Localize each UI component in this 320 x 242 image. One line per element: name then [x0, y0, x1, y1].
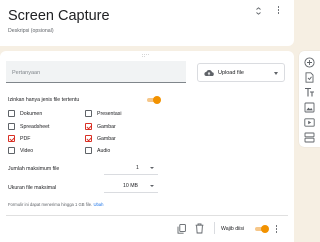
checkbox-video[interactable] — [8, 147, 15, 154]
chevron-down-icon[interactable] — [150, 167, 154, 169]
footer-separator — [214, 222, 215, 234]
question-more-icon[interactable] — [275, 225, 278, 235]
checkbox-label: Audio — [97, 148, 111, 154]
question-type-label: Upload file — [218, 70, 244, 76]
upload-limit-note: Formulir ini dapat menerima hingga 1 GB … — [8, 202, 103, 207]
question-type-select[interactable]: Upload file — [197, 63, 285, 82]
checkbox-label: Spreadsheet — [20, 124, 50, 130]
upload-limit-text: Formulir ini dapat menerima hingga 1 GB … — [8, 202, 93, 207]
cloud-upload-icon — [204, 70, 214, 77]
checkbox-spreadsheet[interactable] — [8, 123, 15, 130]
max-size-label: Ukuran file maksimal — [8, 185, 57, 191]
max-size-underline — [104, 192, 158, 193]
drag-handle-icon[interactable] — [142, 54, 150, 57]
checkbox-label: Gambar — [97, 136, 116, 142]
add-image-icon[interactable] — [304, 102, 315, 113]
max-files-underline — [104, 174, 158, 175]
allow-file-types-label: Izinkan hanya jenis file tertentu — [8, 97, 80, 103]
form-more-icon[interactable] — [277, 6, 280, 16]
checkbox-label: Gambar — [97, 124, 116, 130]
checkbox-audio[interactable] — [85, 147, 92, 154]
chevron-down-icon — [274, 72, 278, 75]
add-question-icon[interactable] — [304, 57, 315, 68]
change-limit-link[interactable]: Ubah — [93, 202, 103, 207]
required-toggle[interactable] — [254, 225, 269, 233]
checkbox-pdf[interactable] — [8, 135, 15, 142]
max-files-value[interactable]: 1 — [136, 165, 139, 171]
checkbox-label: Dokumen — [20, 111, 43, 117]
required-label: Wajib diisi — [221, 226, 245, 232]
form-title[interactable]: Screen Capture — [8, 8, 110, 24]
delete-icon[interactable] — [195, 223, 204, 234]
checkbox-dokumen[interactable] — [8, 110, 15, 117]
checkbox-label: Presentasi — [97, 111, 122, 117]
checkbox-label: Video — [20, 148, 34, 154]
add-section-icon[interactable] — [304, 132, 315, 143]
add-video-icon[interactable] — [304, 117, 315, 128]
question-input[interactable]: Pertanyaan — [6, 61, 186, 83]
checkbox-gambar-2[interactable] — [85, 135, 92, 142]
import-questions-icon[interactable] — [304, 72, 315, 83]
side-toolbar — [299, 51, 320, 147]
checkbox-presentasi[interactable] — [85, 110, 92, 117]
form-description[interactable]: Deskripsi (opsional) — [8, 28, 54, 34]
footer-divider — [6, 215, 288, 216]
checkbox-gambar[interactable] — [85, 123, 92, 130]
collapse-icon[interactable] — [255, 7, 262, 15]
duplicate-icon[interactable] — [177, 224, 186, 234]
max-files-label: Jumlah maksimum file — [8, 166, 60, 172]
form-title-card: Screen Capture Deskripsi (opsional) — [0, 0, 294, 46]
add-title-icon[interactable] — [304, 87, 315, 98]
checkbox-label: PDF — [20, 136, 31, 142]
chevron-down-icon[interactable] — [150, 185, 154, 187]
allow-file-types-toggle[interactable] — [146, 96, 161, 104]
max-size-value[interactable]: 10 MB — [123, 183, 138, 189]
